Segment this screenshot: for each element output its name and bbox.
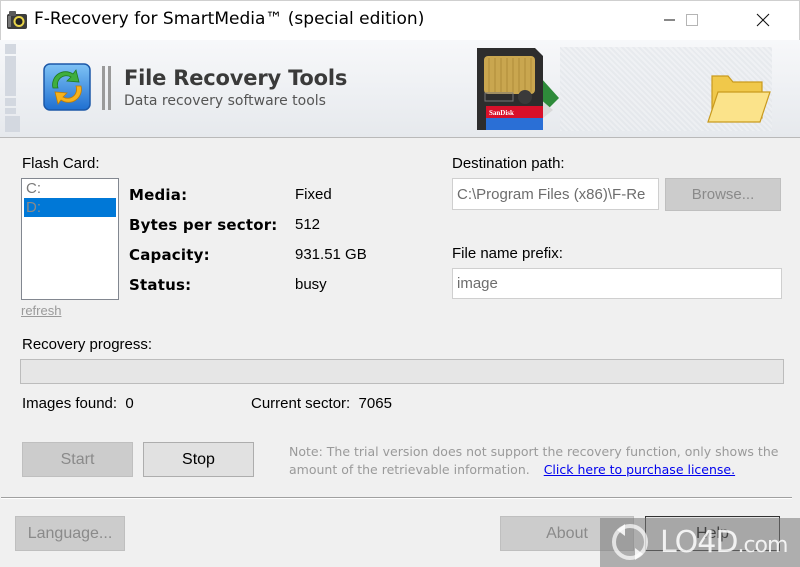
footer-separator xyxy=(1,497,792,499)
recovery-logo-icon xyxy=(43,62,91,112)
images-found: Images found: 0 xyxy=(22,395,134,412)
watermark-logo-icon xyxy=(607,522,653,562)
banner-decoration xyxy=(5,108,16,114)
current-sector-label: Current sector: xyxy=(251,395,351,412)
watermark-brand: LO4D xyxy=(660,525,738,560)
brand-title: File Recovery Tools xyxy=(124,66,348,90)
file-name-prefix-input[interactable] xyxy=(452,268,782,299)
brand-subtitle: Data recovery software tools xyxy=(124,93,326,109)
browse-button[interactable]: Browse... xyxy=(665,178,781,211)
bytes-per-sector-label: Bytes per sector: xyxy=(129,216,278,234)
logo-divider xyxy=(102,66,112,110)
current-sector-value: 7065 xyxy=(358,395,392,412)
svg-text:SanDisk: SanDisk xyxy=(489,109,514,117)
banner-decoration xyxy=(5,98,16,106)
folder-icon xyxy=(706,70,772,126)
purchase-license-link[interactable]: Click here to purchase license. xyxy=(544,462,735,477)
start-button[interactable]: Start xyxy=(22,442,133,477)
file-name-prefix-label: File name prefix: xyxy=(452,245,563,262)
trial-note: Note: The trial version does not support… xyxy=(289,443,779,479)
capacity-label: Capacity: xyxy=(129,246,210,264)
close-icon xyxy=(756,13,770,27)
status-label: Status: xyxy=(129,276,192,294)
smartmedia-card-icon: SanDisk xyxy=(477,48,562,130)
media-label: Media: xyxy=(129,186,188,204)
current-sector: Current sector: 7065 xyxy=(251,395,392,412)
watermark-suffix: .com xyxy=(737,533,788,558)
images-found-value: 0 xyxy=(125,395,134,412)
drive-item-selected[interactable]: D: xyxy=(24,198,116,217)
banner-decoration xyxy=(5,116,20,132)
drive-listbox[interactable]: C: D: xyxy=(21,178,119,300)
media-value: Fixed xyxy=(295,186,332,203)
maximize-button[interactable] xyxy=(669,0,715,40)
banner-decoration xyxy=(5,44,16,54)
close-button[interactable] xyxy=(740,0,786,40)
destination-path-label: Destination path: xyxy=(452,155,565,172)
banner-decoration xyxy=(5,56,16,96)
language-button[interactable]: Language... xyxy=(15,516,125,551)
capacity-value: 931.51 GB xyxy=(295,246,367,263)
destination-path-input[interactable] xyxy=(452,178,659,210)
watermark-text: LO4D.com xyxy=(660,525,788,560)
recovery-progress-label: Recovery progress: xyxy=(22,336,153,353)
recovery-progress-bar xyxy=(20,359,784,384)
bytes-per-sector-value: 512 xyxy=(295,216,321,233)
stop-button[interactable]: Stop xyxy=(143,442,254,477)
drive-item[interactable]: C: xyxy=(22,179,118,198)
flash-card-label: Flash Card: xyxy=(22,155,100,172)
camera-app-icon xyxy=(6,9,28,31)
refresh-link[interactable]: refresh xyxy=(21,303,61,318)
window-title: F-Recovery for SmartMedia™ (special edit… xyxy=(34,9,425,29)
images-found-label: Images found: xyxy=(22,395,118,412)
maximize-icon xyxy=(686,14,698,26)
status-value: busy xyxy=(295,276,327,293)
